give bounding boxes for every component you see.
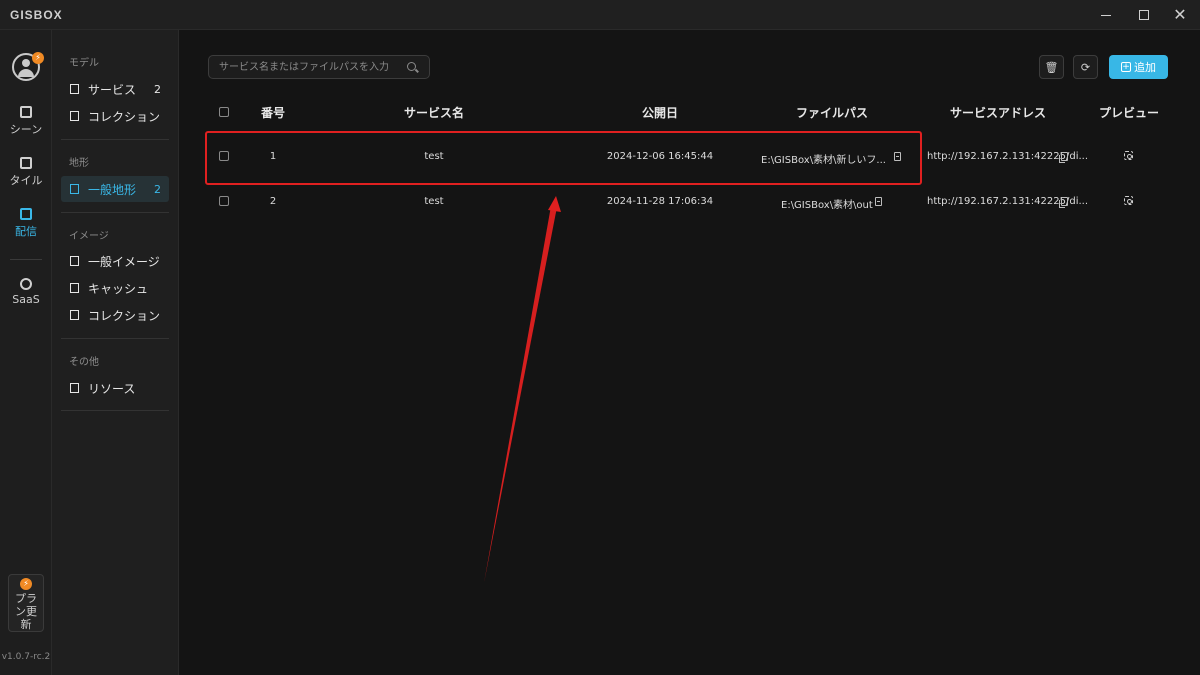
- rail-item-publish[interactable]: 配信: [0, 208, 52, 239]
- minimize-button[interactable]: [1086, 0, 1126, 30]
- section-title-other: その他: [69, 357, 99, 368]
- resource-icon: [70, 383, 79, 393]
- section-title-terrain: 地形: [69, 158, 89, 169]
- copy-icon[interactable]: [1059, 152, 1068, 163]
- tile-icon: [20, 157, 32, 169]
- section-divider: [61, 338, 169, 339]
- sidebar-item-label: コレクション: [88, 109, 161, 124]
- column-header-service-address: サービスアドレス: [949, 106, 1047, 120]
- publish-icon: [20, 208, 32, 220]
- rail-item-label: 配信: [15, 225, 37, 238]
- plan-update-label: ン更: [15, 605, 37, 618]
- sidebar-item-cache[interactable]: キャッシュ: [61, 275, 169, 301]
- model-icon: [70, 84, 79, 94]
- plan-update-label: プラ: [15, 592, 37, 605]
- search-box[interactable]: [208, 55, 430, 79]
- bolt-icon: ⚡: [32, 52, 44, 64]
- preview-icon[interactable]: [1124, 151, 1133, 160]
- sidebar-item-label: コレクション: [88, 308, 161, 323]
- rail-item-saas[interactable]: SaaS: [0, 278, 52, 306]
- title-bar: GISBOX ✕: [0, 0, 1200, 30]
- maximize-icon: [1139, 10, 1149, 20]
- image-icon: [70, 283, 79, 293]
- sidebar-item-general-terrain[interactable]: 一般地形 2: [61, 176, 169, 202]
- rail-item-label: タイル: [9, 174, 43, 187]
- left-rail: ⚡ シーン タイル 配信 SaaS ⚡ プラ ン更 新 v1.0.7-rc.2: [0, 30, 52, 675]
- bolt-icon: ⚡: [20, 578, 32, 590]
- sidebar-item-label: サービス: [88, 82, 137, 97]
- add-button-label: 追加: [1134, 61, 1156, 74]
- terrain-icon: [70, 184, 79, 194]
- sidebar-item-general-image[interactable]: 一般イメージ: [61, 248, 169, 274]
- column-header-service-name: サービス名: [403, 106, 465, 120]
- rail-item-tile[interactable]: タイル: [0, 157, 52, 188]
- version-label: v1.0.7-rc.2: [1, 652, 51, 662]
- add-icon: +: [1121, 62, 1131, 72]
- section-divider: [61, 139, 169, 140]
- section-title-model: モデル: [69, 58, 99, 69]
- delete-icon: 🗑: [1044, 60, 1059, 74]
- search-input[interactable]: [219, 59, 399, 75]
- document-icon[interactable]: [875, 197, 882, 206]
- select-all-checkbox[interactable]: [219, 107, 229, 117]
- row-number: 2: [269, 196, 277, 207]
- highlight-annotation-box: [205, 131, 922, 185]
- add-button[interactable]: + 追加: [1109, 55, 1168, 79]
- image-icon: [70, 310, 79, 320]
- refresh-button[interactable]: ⟳: [1073, 55, 1098, 79]
- main-content: 🗑 ⟳ + 追加 番号 サービス名 公開日 ファイルパス サービスアドレス プレ…: [179, 30, 1200, 675]
- scene-icon: [20, 106, 32, 118]
- model-icon: [70, 111, 79, 121]
- lock-icon: [20, 278, 32, 290]
- sidebar-item-image-collection[interactable]: コレクション: [61, 302, 169, 328]
- sidebar-item-label: 一般イメージ: [88, 254, 160, 269]
- column-header-file-path: ファイルパス: [795, 106, 869, 120]
- app-logo: GISBOX: [10, 8, 63, 22]
- section-divider: [61, 212, 169, 213]
- row-file-path: E:\GISBox\素材\out: [781, 200, 873, 211]
- column-header-publish-date: 公開日: [641, 106, 679, 120]
- search-icon[interactable]: [407, 62, 416, 71]
- delete-button[interactable]: 🗑: [1039, 55, 1064, 79]
- maximize-button[interactable]: [1124, 0, 1164, 30]
- column-header-preview: プレビュー: [1098, 106, 1160, 120]
- row-publish-date: 2024-11-28 17:06:34: [606, 196, 714, 207]
- sidebar-item-service[interactable]: サービス 2: [61, 76, 169, 102]
- close-button[interactable]: ✕: [1160, 0, 1200, 30]
- plan-update-label: 新: [20, 618, 32, 631]
- close-icon: ✕: [1173, 5, 1187, 24]
- row-checkbox[interactable]: [219, 196, 229, 206]
- rail-item-label: SaaS: [12, 293, 40, 306]
- rail-item-scene[interactable]: シーン: [0, 106, 52, 137]
- section-divider: [61, 410, 169, 411]
- copy-icon[interactable]: [1059, 197, 1068, 208]
- image-icon: [70, 256, 79, 266]
- sidebar-item-model-collection[interactable]: コレクション: [61, 103, 169, 129]
- column-header-number: 番号: [260, 106, 286, 120]
- plan-update-button[interactable]: ⚡ プラ ン更 新: [8, 574, 44, 632]
- rail-item-label: シーン: [9, 123, 43, 136]
- item-count: 2: [154, 82, 161, 96]
- row-service-name: test: [424, 196, 444, 207]
- rail-divider: [10, 259, 42, 260]
- preview-icon[interactable]: [1124, 196, 1133, 205]
- sidebar-item-label: キャッシュ: [88, 281, 149, 296]
- sidebar-item-label: 一般地形: [88, 182, 137, 197]
- section-title-image: イメージ: [69, 231, 109, 242]
- sidebar-item-resource[interactable]: リソース: [61, 375, 169, 401]
- category-sidebar: モデル サービス 2 コレクション 地形 一般地形 2 イメージ 一般イメージ …: [52, 30, 179, 675]
- refresh-icon: ⟳: [1080, 60, 1091, 74]
- minimize-icon: [1101, 14, 1111, 16]
- item-count: 2: [154, 182, 161, 196]
- sidebar-item-label: リソース: [88, 381, 136, 396]
